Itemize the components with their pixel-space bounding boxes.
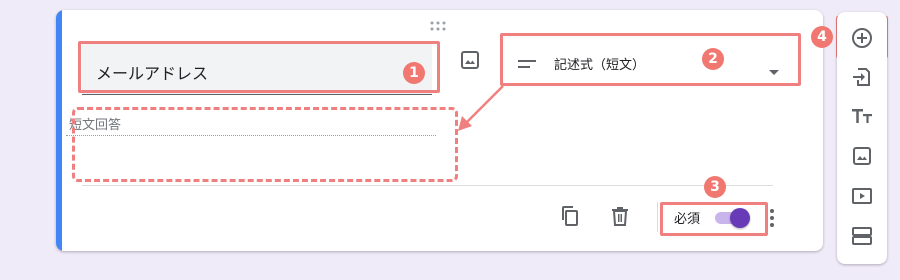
annotation-badge-4: 4 bbox=[811, 26, 833, 48]
add-circle-icon[interactable] bbox=[850, 26, 874, 50]
image-icon[interactable] bbox=[850, 144, 874, 168]
side-toolbar bbox=[837, 12, 887, 264]
annotation-arrow bbox=[458, 85, 504, 131]
title-text-icon[interactable] bbox=[850, 104, 874, 128]
section-icon[interactable] bbox=[850, 224, 874, 248]
video-icon[interactable] bbox=[850, 184, 874, 208]
annotation-required-highlight bbox=[660, 202, 768, 236]
import-icon[interactable] bbox=[850, 65, 874, 89]
annotation-badge-3: 3 bbox=[704, 176, 726, 198]
